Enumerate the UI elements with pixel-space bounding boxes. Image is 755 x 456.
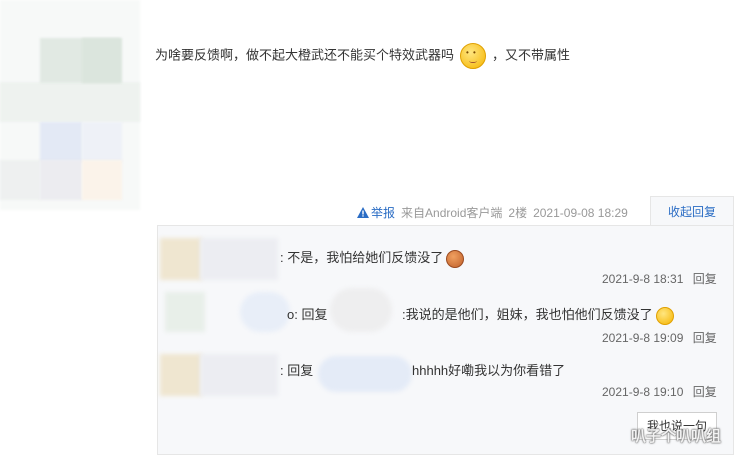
post-timestamp: 2021-09-08 18:29 [533,205,628,220]
reply-2-content: :我说的是他们，姐妹，我也怕他们反馈没了 [402,307,653,322]
reply-3-prefix: : 回复 [280,363,314,378]
reply-1-text: : 不是，我怕给她们反馈没了 [280,247,465,268]
pleading-face-emoji-icon [460,43,487,69]
reply-1-content: : 不是，我怕给她们反馈没了 [280,250,444,265]
post-source: 来自Android客户端 [401,206,503,220]
reply-2-meta: 2021-9-8 19:09 回复 [602,329,717,346]
cookie-emoji-icon [446,249,465,268]
post-content: 为啥要反馈啊，做不起大橙武还不能买个特效武器吗 ，又不带属性 [155,43,570,69]
warning-icon [357,207,369,218]
post-floor: 2楼 [508,206,528,220]
reply-1-timestamp: 2021-9-8 18:31 [602,272,684,286]
post-meta: 举报 来自Android客户端 2楼 2021-09-08 18:29 [357,204,628,221]
collapse-replies-button[interactable]: 收起回复 [650,196,734,227]
watermark: 叭子个叭叭组 [631,428,722,445]
post-text: 为啥要反馈啊，做不起大橙武还不能买个特效武器吗 [155,47,455,63]
post-text-tail: ，又不带属性 [492,47,571,63]
reply-1-reply-link[interactable]: 回复 [693,272,717,286]
reply-2-reply-link[interactable]: 回复 [693,331,717,345]
report-label: 举报 [371,206,396,220]
report-link[interactable]: 举报 [357,204,395,221]
reply-3-meta: 2021-9-8 19:10 回复 [602,383,717,400]
reply-3-timestamp: 2021-9-8 19:10 [602,385,684,399]
reply-2-timestamp: 2021-9-8 19:09 [602,331,684,345]
reply-3-reply-link[interactable]: 回复 [693,385,717,399]
reply-2-text: :我说的是他们，姐妹，我也怕他们反馈没了 [402,304,674,325]
reply-3-text: hhhhh好嘞我以为你看错了 [412,363,566,378]
reply-1-meta: 2021-9-8 18:31 回复 [602,270,717,287]
smile-emoji-icon [655,306,674,325]
reply-2-prefix: o: 回复 [287,307,328,322]
